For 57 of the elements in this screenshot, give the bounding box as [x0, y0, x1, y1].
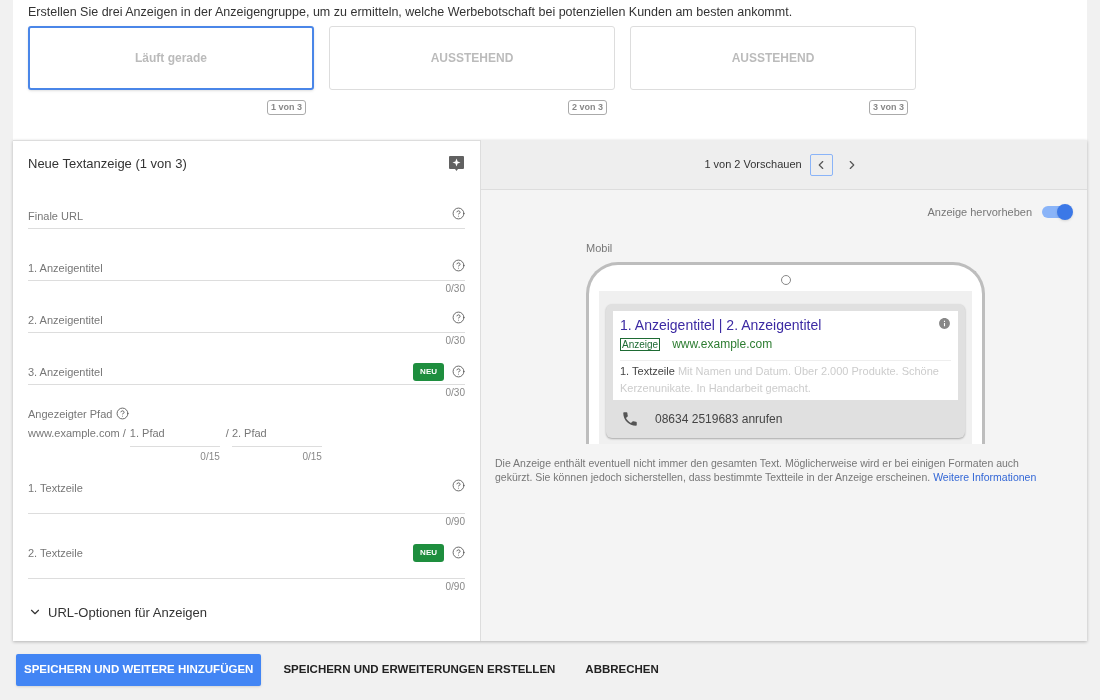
field-label: 1. Textzeile — [28, 480, 83, 495]
field-label: Finale URL — [28, 208, 84, 223]
help-icon[interactable] — [116, 407, 130, 420]
more-info-link[interactable]: Weitere Informationen — [933, 471, 1037, 483]
toggle-label: Anzeige hervorheben — [927, 205, 1032, 220]
call-text: 08634 2519683 anrufen — [655, 411, 783, 428]
char-counter: 0/30 — [445, 385, 465, 399]
help-icon[interactable] — [452, 258, 465, 272]
pager-text: 1 von 2 Vorschauen — [704, 157, 802, 173]
char-counter: 0/90 — [445, 579, 465, 593]
input-field[interactable]: 3. Anzeigentitel NEU — [28, 346, 465, 385]
url-options-expander[interactable]: URL-Optionen für Anzeigen — [28, 602, 465, 622]
input-field[interactable]: 1. Pfad — [129, 423, 220, 447]
help-icon[interactable] — [452, 206, 465, 220]
char-counter: 0/15 — [302, 449, 322, 463]
sparkle-icon[interactable] — [448, 155, 465, 173]
input-field[interactable]: 1. Anzeigentitel — [28, 242, 465, 281]
field-label: 2. Textzeile — [28, 545, 83, 560]
action-button[interactable]: SPEICHERN UND WEITERE HINZUFÜGEN — [16, 654, 262, 686]
new-badge: NEU — [413, 362, 444, 381]
input-field[interactable]: 2. Anzeigentitel — [28, 294, 465, 333]
ad-url: www.example.com — [672, 336, 773, 353]
help-icon[interactable] — [452, 365, 465, 378]
domain-text: www.example.com / — [28, 425, 126, 440]
info-icon[interactable] — [938, 317, 951, 330]
help-icon[interactable] — [452, 478, 465, 492]
step-counter: 1 von 3 — [267, 100, 306, 115]
field-label: 3. Anzeigentitel — [28, 364, 103, 379]
highlight-toggle[interactable] — [1040, 204, 1073, 221]
separator-text: / — [225, 425, 229, 440]
char-counter: 0/30 — [445, 281, 465, 295]
field-label: 1. Anzeigentitel — [28, 260, 103, 275]
disclaimer-text: Die Anzeige enthält eventuell nicht immer den gesamten Text. Möglicherweise wird er bei einigen Formaten auch gekürzt. Sie können jedoch sicherstellen, dass bestimmte Textteile in der Anzeige erscheinen. Weitere Informationen — [495, 456, 1038, 484]
help-icon[interactable] — [452, 310, 465, 324]
call-row[interactable]: 08634 2519683 anrufen — [613, 400, 958, 438]
phone-icon — [621, 410, 639, 428]
input-field[interactable]: 2. Pfad — [231, 423, 322, 447]
field-label: Angezeigter Pfad — [28, 406, 113, 421]
char-counter: 0/30 — [445, 333, 465, 347]
ad-label: Anzeige — [620, 337, 661, 351]
step-counter: 2 von 3 — [568, 100, 607, 115]
input-field[interactable]: 2. Textzeile NEU — [28, 527, 465, 579]
field-label: 2. Anzeigentitel — [28, 312, 103, 327]
new-badge: NEU — [413, 543, 444, 562]
input-field[interactable]: Finale URL — [28, 190, 465, 229]
help-icon[interactable] — [452, 546, 465, 559]
previous-button[interactable] — [809, 153, 833, 176]
ad-headline[interactable]: 1. Anzeigentitel | 2. Anzeigentitel — [620, 316, 822, 334]
action-button[interactable]: SPEICHERN UND ERWEITERUNGEN ERSTELLEN — [275, 654, 564, 686]
form-title: Neue Textanzeige (1 von 3) — [28, 155, 187, 173]
device-label: Mobil — [586, 240, 614, 256]
intro-text: Erstellen Sie drei Anzeigen in der Anzeigengruppe, um zu ermitteln, welche Werbebotschaft bei potenziellen Kunden am besten ankommt. — [28, 4, 794, 20]
action-button[interactable]: ABBRECHEN — [577, 654, 667, 686]
step-counter: 3 von 3 — [869, 100, 908, 115]
char-counter: 0/15 — [200, 449, 220, 463]
input-field[interactable]: 1. Textzeile — [28, 462, 465, 514]
char-counter: 0/90 — [445, 514, 465, 528]
